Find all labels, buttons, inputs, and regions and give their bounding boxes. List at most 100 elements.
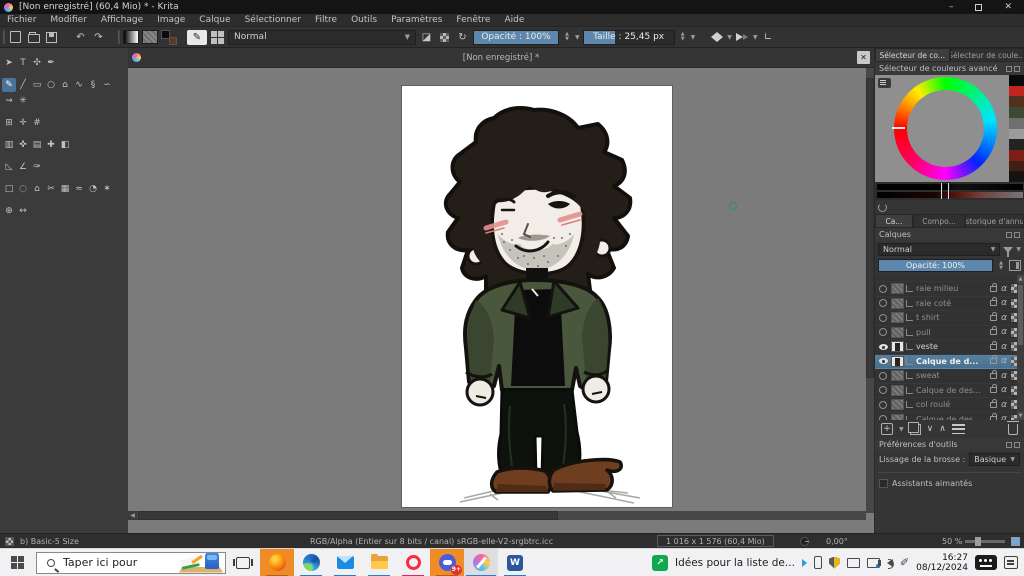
- eraser-mode-button[interactable]: ◪: [419, 30, 434, 45]
- taskbar-krita[interactable]: [464, 548, 498, 576]
- similar-color-select-tool[interactable]: ▦: [58, 182, 72, 196]
- tab-undo-history[interactable]: Historique d'annu...: [965, 214, 1024, 228]
- contiguous-select-tool[interactable]: ✶: [100, 182, 114, 196]
- layer-row[interactable]: raie milieu α: [875, 282, 1024, 297]
- assistants-tool[interactable]: ◺: [2, 160, 16, 174]
- speaker-icon[interactable]: [877, 558, 894, 569]
- start-button[interactable]: [0, 549, 34, 576]
- move-layer-up-button[interactable]: ∧: [939, 424, 946, 434]
- scroll-down-arrow[interactable]: ▼: [1017, 412, 1024, 420]
- reload-preset-button[interactable]: ↻: [455, 30, 470, 45]
- alpha-icon[interactable]: α: [1001, 414, 1007, 420]
- visibility-toggle-icon[interactable]: [877, 343, 889, 350]
- menu-aide[interactable]: Aide: [497, 15, 531, 25]
- visibility-toggle-icon[interactable]: [877, 386, 889, 395]
- touch-keyboard-icon[interactable]: [975, 555, 997, 570]
- history-swatch[interactable]: [1009, 85, 1024, 97]
- preserve-alpha-button[interactable]: [437, 30, 452, 45]
- history-swatch[interactable]: [1009, 96, 1024, 108]
- open-document-button[interactable]: [26, 30, 41, 45]
- crop-guides-button[interactable]: ∟: [761, 30, 776, 45]
- layer-properties-button[interactable]: [951, 424, 965, 434]
- visibility-toggle-icon[interactable]: [877, 328, 889, 337]
- save-button[interactable]: [44, 30, 59, 45]
- security-shield-icon[interactable]: [828, 556, 840, 569]
- layer-row-selected[interactable]: Calque de d... α: [875, 354, 1024, 369]
- float-docker-icon[interactable]: [1006, 65, 1012, 72]
- freehand-select-tool[interactable]: ✂: [44, 182, 58, 196]
- blend-mode-dropdown[interactable]: Normal ▼: [228, 29, 416, 45]
- multibrush-tool[interactable]: ✳: [16, 94, 30, 108]
- selector-settings-icon[interactable]: [878, 78, 891, 88]
- lock-icon[interactable]: [990, 369, 998, 379]
- menu-selectionner[interactable]: Sélectionner: [238, 15, 308, 25]
- select-shapes-tool[interactable]: ➤: [2, 56, 16, 70]
- float-docker-icon[interactable]: [1006, 441, 1012, 448]
- bezier-select-tool[interactable]: ◔: [86, 182, 100, 196]
- taskbar-clock[interactable]: 16:27 08/12/2024: [916, 553, 968, 573]
- hue-ring[interactable]: [894, 77, 997, 180]
- add-layer-button[interactable]: +: [881, 423, 893, 435]
- history-swatch[interactable]: [1009, 128, 1024, 140]
- taskbar-search[interactable]: [36, 551, 226, 574]
- freehand-path-tool[interactable]: ∽: [100, 78, 114, 92]
- new-document-button[interactable]: [8, 30, 23, 45]
- layer-row[interactable]: col roulé α: [875, 398, 1024, 413]
- brush-presets-button[interactable]: [210, 30, 225, 45]
- history-swatch[interactable]: [1009, 117, 1024, 129]
- lock-icon[interactable]: [990, 311, 998, 321]
- visibility-toggle-icon[interactable]: [877, 415, 889, 420]
- minimize-button[interactable]: –: [949, 0, 954, 14]
- action-center-icon[interactable]: [1004, 556, 1018, 569]
- alpha-icon[interactable]: α: [1001, 385, 1007, 395]
- alpha-icon[interactable]: α: [1001, 371, 1007, 381]
- layer-opacity-spinner[interactable]: ▲ ▼: [996, 258, 1006, 273]
- ellipse-tool[interactable]: ○: [44, 78, 58, 92]
- line-tool[interactable]: ╱: [16, 78, 30, 92]
- menu-outils[interactable]: Outils: [344, 15, 384, 25]
- layer-panel-options-icon[interactable]: [1009, 260, 1021, 271]
- history-swatch[interactable]: [1009, 149, 1024, 161]
- history-swatch[interactable]: [1009, 160, 1024, 172]
- refresh-colors-icon[interactable]: [878, 202, 887, 212]
- pan-tool[interactable]: ↔: [16, 204, 30, 218]
- pattern-swatch[interactable]: [142, 30, 158, 44]
- layer-row[interactable]: Calque de des... α: [875, 413, 1024, 420]
- snap-assistants-checkbox[interactable]: [879, 479, 888, 488]
- close-tab-button[interactable]: ✕: [857, 51, 870, 64]
- news-widget-text[interactable]: Idées pour la liste de...: [675, 557, 795, 569]
- visibility-toggle-icon[interactable]: [877, 299, 889, 308]
- pen-ink-icon[interactable]: ✐: [900, 556, 909, 569]
- canvas-viewport[interactable]: ◀: [128, 68, 874, 522]
- color-selector-widget[interactable]: [875, 75, 1024, 183]
- color-sampler-tool[interactable]: ✜: [16, 138, 30, 152]
- alpha-icon[interactable]: α: [1001, 327, 1007, 337]
- dynamic-brush-tool[interactable]: ⇝: [2, 94, 16, 108]
- layer-row-partial[interactable]: [875, 275, 1024, 282]
- smoothing-dropdown[interactable]: Basique ▼: [969, 453, 1020, 466]
- alpha-icon[interactable]: α: [1001, 342, 1007, 352]
- lock-icon[interactable]: [990, 326, 998, 336]
- history-swatch[interactable]: [1009, 75, 1024, 86]
- visibility-toggle-icon[interactable]: [877, 358, 889, 365]
- brush-preset-icon[interactable]: [5, 536, 14, 546]
- brush-editor-button[interactable]: ✎: [187, 29, 207, 45]
- bezier-curve-tool[interactable]: §: [86, 78, 100, 92]
- transform-tool[interactable]: ⊞: [2, 116, 16, 130]
- alpha-icon[interactable]: α: [1001, 313, 1007, 323]
- menu-fenetre[interactable]: Fenêtre: [449, 15, 497, 25]
- layer-row[interactable]: Calque de des... α: [875, 384, 1024, 399]
- layer-list-scrollbar[interactable]: ▲ ▼: [1017, 275, 1024, 420]
- move-tool[interactable]: ✛: [16, 116, 30, 130]
- chevron-down-icon[interactable]: ▼: [753, 34, 758, 41]
- menu-parametres[interactable]: Paramètres: [384, 15, 449, 25]
- layer-opacity-slider[interactable]: Opacité: 100%: [878, 259, 993, 272]
- visibility-toggle-icon[interactable]: [877, 284, 889, 293]
- rotation-knob-icon[interactable]: [800, 536, 809, 546]
- history-swatch[interactable]: [1009, 107, 1024, 118]
- close-docker-icon[interactable]: [1014, 441, 1020, 448]
- chevron-down-icon[interactable]: ▼: [691, 34, 696, 41]
- visibility-toggle-icon[interactable]: [877, 313, 889, 322]
- layer-filter-icon[interactable]: [1003, 246, 1014, 257]
- calligraphy-tool[interactable]: ✒: [44, 56, 58, 70]
